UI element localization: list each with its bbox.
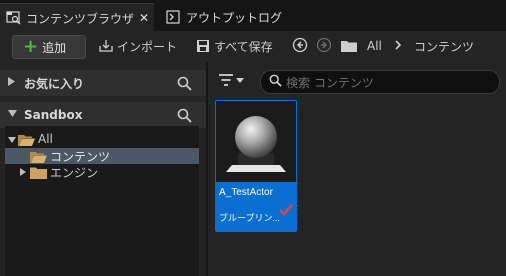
breadcrumb-contents[interactable]: コンテンツ [414, 36, 474, 56]
search-icon [269, 74, 282, 90]
back-button[interactable] [292, 36, 308, 56]
content-browser-icon [6, 11, 21, 25]
checkmark-icon [279, 204, 293, 219]
save-all-label: すべて保存 [214, 39, 273, 54]
tab-label: コンテンツブラウザ [26, 11, 135, 26]
sandbox-label: Sandbox [24, 108, 83, 122]
tab-label: アウトプットログ [186, 10, 283, 25]
add-button[interactable]: + 追加 [12, 35, 86, 59]
asset-tile[interactable]: A_TestActor ブループリン... [215, 100, 297, 232]
chevron-down-icon [8, 132, 18, 146]
sphere-icon [226, 116, 286, 172]
favorites-section-header[interactable]: お気に入り [0, 70, 206, 96]
import-icon [99, 39, 113, 53]
tab-content-browser[interactable]: コンテンツブラウザ ✕ [0, 3, 154, 32]
toolbar: + 追加 インポート すべて保存 All コンテンツ [0, 31, 506, 62]
import-button[interactable]: インポート [99, 36, 177, 56]
tree-item-label: コンテンツ [50, 149, 111, 164]
breadcrumb-label: コンテンツ [414, 39, 475, 54]
chevron-right-icon [8, 77, 18, 89]
tree-item-label: All [38, 132, 53, 146]
path-root-folder[interactable] [341, 36, 361, 56]
breadcrumb-separator[interactable] [394, 36, 402, 56]
chevron-right-icon[interactable] [20, 165, 30, 179]
search-placeholder: 検索 コンテンツ [286, 75, 374, 90]
asset-type: ブループリン... [219, 213, 280, 223]
add-button-label: 追加 [42, 40, 67, 55]
folder-icon [341, 39, 357, 53]
output-log-icon [166, 10, 181, 24]
tree-item-engine[interactable]: エンジン [5, 164, 199, 180]
tree-item-contents[interactable]: コンテンツ [5, 148, 199, 164]
breadcrumb-all[interactable]: All [367, 36, 382, 56]
forward-button[interactable] [316, 36, 332, 56]
plus-icon: + [23, 36, 39, 57]
save-icon [196, 39, 210, 53]
search-input[interactable]: 検索 コンテンツ [260, 70, 500, 94]
save-all-button[interactable]: すべて保存 [196, 36, 273, 56]
asset-name: A_TestActor [219, 187, 273, 198]
tree-item-label: エンジン [50, 165, 99, 180]
asset-thumbnail [216, 101, 296, 182]
filter-button[interactable] [218, 72, 244, 91]
import-label: インポート [117, 39, 178, 54]
tab-bar: コンテンツブラウザ ✕ アウトプットログ [0, 0, 506, 32]
search-icon[interactable] [177, 76, 192, 94]
tab-output-log[interactable]: アウトプットログ [160, 3, 320, 31]
back-arrow-icon [292, 37, 308, 56]
folder-open-icon [18, 134, 35, 146]
forward-arrow-icon [316, 37, 332, 56]
search-icon[interactable] [177, 108, 192, 126]
sandbox-section-header[interactable]: Sandbox [0, 102, 206, 128]
close-icon[interactable]: ✕ [139, 11, 149, 25]
chevron-right-icon [394, 39, 402, 53]
chevron-down-icon [8, 110, 18, 120]
folder-tree: All コンテンツ エンジン [5, 126, 199, 276]
filter-icon [218, 74, 244, 91]
folder-open-icon [30, 151, 47, 163]
folder-icon [30, 167, 47, 179]
tree-item-all[interactable]: All [5, 131, 199, 147]
favorites-label: お気に入り [24, 76, 85, 91]
breadcrumb-label: All [367, 39, 382, 53]
